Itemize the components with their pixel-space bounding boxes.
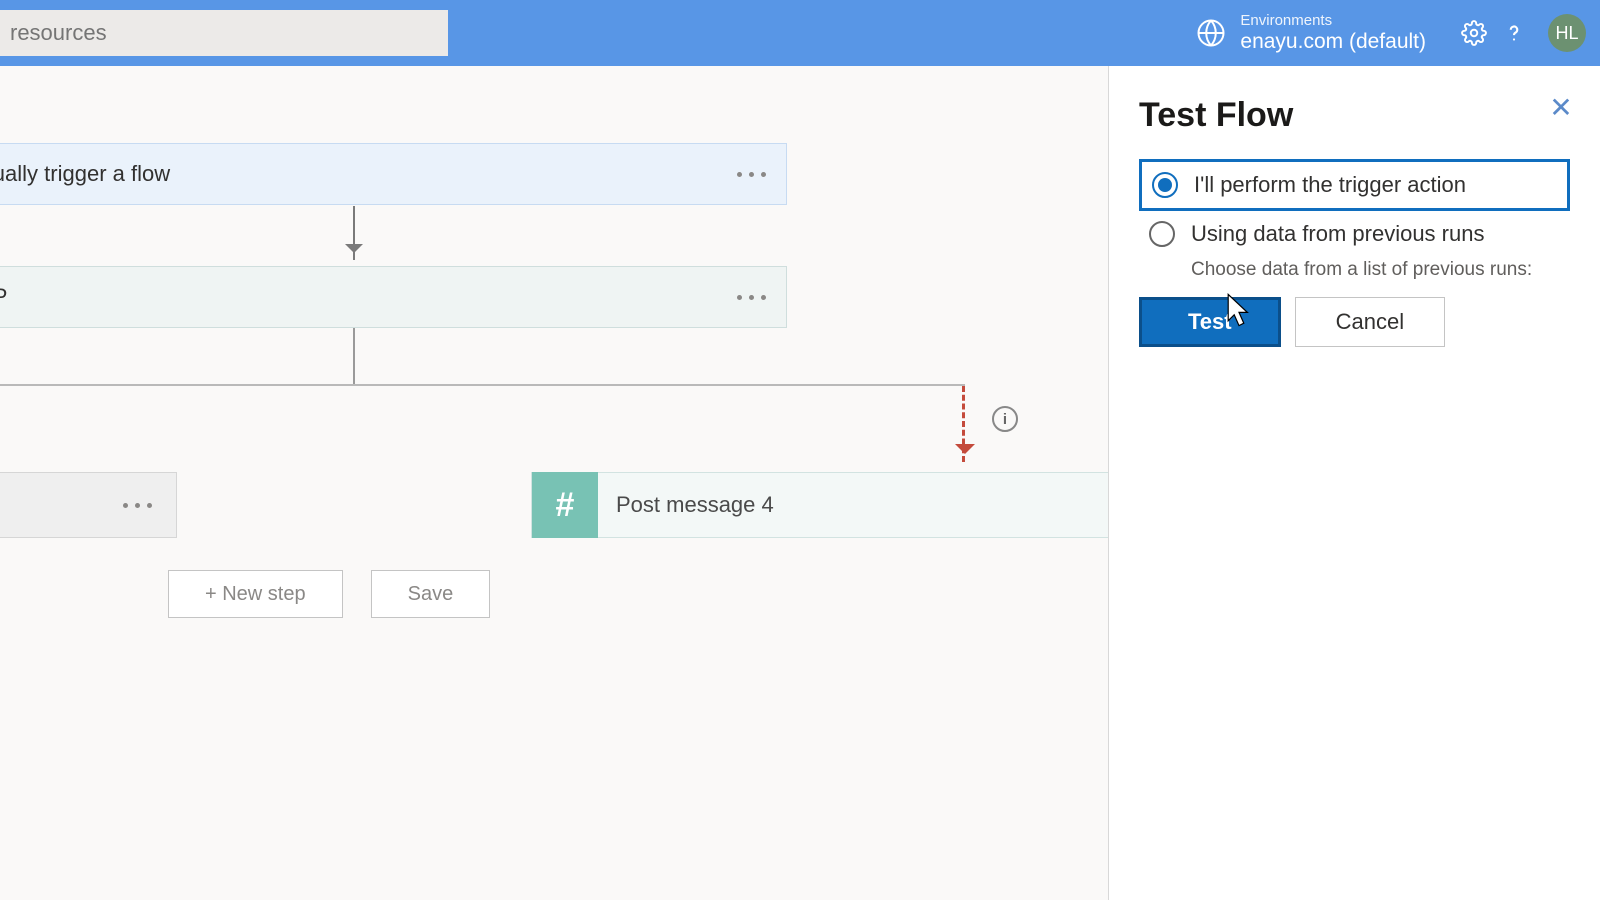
radio-manual-label: I'll perform the trigger action [1194,172,1466,198]
radio-previous-subtext: Choose data from a list of previous runs… [1191,259,1570,281]
environment-name: enayu.com (default) [1240,30,1426,53]
connector-arrow-icon [353,206,355,260]
http-card-label: HTTP [0,284,7,310]
http-card[interactable]: HTTP [0,266,787,328]
hash-icon: # [532,472,598,538]
card-menu-icon[interactable] [737,295,766,300]
flow-canvas: Manually trigger a flow HTTP i # Post me… [0,66,1600,900]
radio-manual-trigger[interactable]: I'll perform the trigger action [1139,159,1570,211]
branch-card[interactable] [0,472,177,538]
search-input[interactable] [0,10,448,56]
card-menu-icon[interactable] [123,503,152,508]
trigger-card[interactable]: Manually trigger a flow [0,143,787,205]
radio-icon [1149,221,1175,247]
save-button[interactable]: Save [371,570,491,618]
globe-icon [1196,18,1226,48]
settings-icon[interactable] [1454,20,1494,46]
environment-label: Environments [1240,13,1426,30]
connector-line [0,384,965,386]
info-icon[interactable]: i [992,406,1018,432]
connector-arrow-error-icon [962,386,965,462]
test-button[interactable]: Test [1139,297,1281,347]
avatar[interactable]: HL [1548,14,1586,52]
environment-picker[interactable]: Environments enayu.com (default) [1196,13,1426,53]
card-menu-icon[interactable] [737,172,766,177]
connector-line [353,328,355,384]
new-step-button[interactable]: + New step [168,570,343,618]
radio-previous-label: Using data from previous runs [1191,221,1484,247]
app-header: Environments enayu.com (default) HL [0,0,1600,66]
post-message-label: Post message 4 [598,492,774,518]
close-icon[interactable]: ✕ [1544,90,1578,124]
cancel-button[interactable]: Cancel [1295,297,1445,347]
panel-title: Test Flow [1139,96,1570,135]
test-flow-panel: ✕ Test Flow I'll perform the trigger act… [1108,66,1600,900]
trigger-card-label: Manually trigger a flow [0,161,170,187]
help-icon[interactable] [1494,20,1534,46]
radio-previous-runs[interactable]: Using data from previous runs [1139,211,1570,257]
radio-icon [1152,172,1178,198]
